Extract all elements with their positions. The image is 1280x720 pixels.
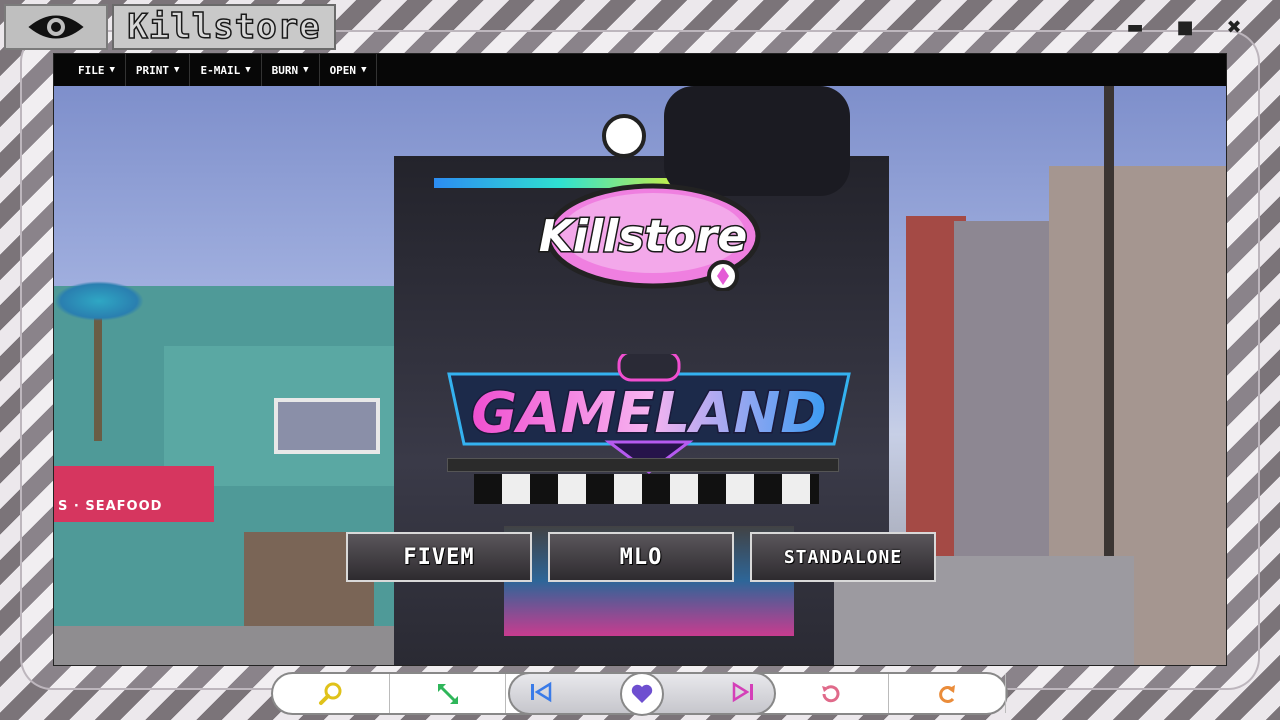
rotate-right-icon xyxy=(939,684,956,703)
skip-previous-icon xyxy=(531,681,552,702)
expand-icon xyxy=(437,683,458,704)
app-icon[interactable] xyxy=(4,4,108,50)
heart-icon xyxy=(631,684,653,703)
app-title: Killstore xyxy=(127,6,321,48)
category-fivem-button[interactable]: FiveM xyxy=(346,532,532,582)
chevron-down-icon: ▼ xyxy=(361,65,367,75)
menu-file-label: File xyxy=(78,63,105,77)
gameland-sign: GAMELAND xyxy=(447,354,851,474)
menu-file[interactable]: File ▼ xyxy=(68,54,126,86)
category-standalone-button[interactable]: Standalone xyxy=(750,532,936,582)
palm-tree xyxy=(94,301,102,441)
rotate-left-button[interactable] xyxy=(773,674,890,713)
content-window: File ▼ Print ▼ E-mail ▼ Burn ▼ Open ▼ S · SEA… xyxy=(53,53,1227,666)
killstore-logo: Killstore xyxy=(537,183,761,291)
menu-burn-label: Burn xyxy=(271,63,299,77)
media-controls xyxy=(508,671,776,716)
rotate-left-icon xyxy=(822,684,840,702)
menu-burn[interactable]: Burn ▼ xyxy=(262,54,320,86)
sign-bar xyxy=(447,458,839,472)
gameland-sign-text: GAMELAND xyxy=(471,381,827,446)
title-bar: Killstore ▬ ■ ✖ xyxy=(0,0,1280,52)
minimize-button[interactable]: ▬ xyxy=(1122,16,1148,38)
palm-fronds xyxy=(54,281,144,321)
chevron-down-icon: ▼ xyxy=(174,65,180,75)
clock-icon xyxy=(602,114,646,158)
window xyxy=(274,398,380,454)
eye-icon xyxy=(28,15,84,39)
app-title-box: Killstore xyxy=(112,4,336,50)
menu-open[interactable]: Open ▼ xyxy=(320,54,378,86)
hero-scene: S · SEAFOOD Killstore GAMELAND FIVEM MLO… xyxy=(54,86,1226,665)
awning-stripes xyxy=(474,474,819,504)
chevron-down-icon: ▼ xyxy=(109,65,115,75)
menu-print-label: Print xyxy=(135,63,170,77)
skip-next-icon xyxy=(732,681,753,702)
killstore-logo-text: Killstore xyxy=(539,211,747,262)
menu-email-label: E-mail xyxy=(200,63,241,77)
category-mlo-button[interactable]: MLO xyxy=(548,532,734,582)
menu-open-label: Open xyxy=(329,63,357,77)
menu-email[interactable]: E-mail ▼ xyxy=(190,54,262,86)
menu-print[interactable]: Print ▼ xyxy=(126,54,191,86)
favorite-button[interactable] xyxy=(620,671,664,716)
chevron-down-icon: ▼ xyxy=(303,65,309,75)
expand-button[interactable] xyxy=(390,674,507,713)
rotate-right-button[interactable] xyxy=(889,674,1007,713)
next-button[interactable] xyxy=(730,681,756,707)
chevron-down-icon: ▼ xyxy=(245,65,251,75)
previous-button[interactable] xyxy=(528,681,554,707)
seafood-sign: S · SEAFOOD xyxy=(58,499,163,514)
menu-bar: File ▼ Print ▼ E-mail ▼ Burn ▼ Open ▼ xyxy=(54,54,1226,86)
search-button[interactable] xyxy=(273,674,390,713)
search-icon xyxy=(318,682,342,705)
maximize-button[interactable]: ■ xyxy=(1172,16,1198,38)
awning: S · SEAFOOD xyxy=(54,466,214,522)
gamepad-icon xyxy=(664,86,850,196)
bottom-toolbar xyxy=(271,671,1008,716)
close-button[interactable]: ✖ xyxy=(1221,16,1247,38)
